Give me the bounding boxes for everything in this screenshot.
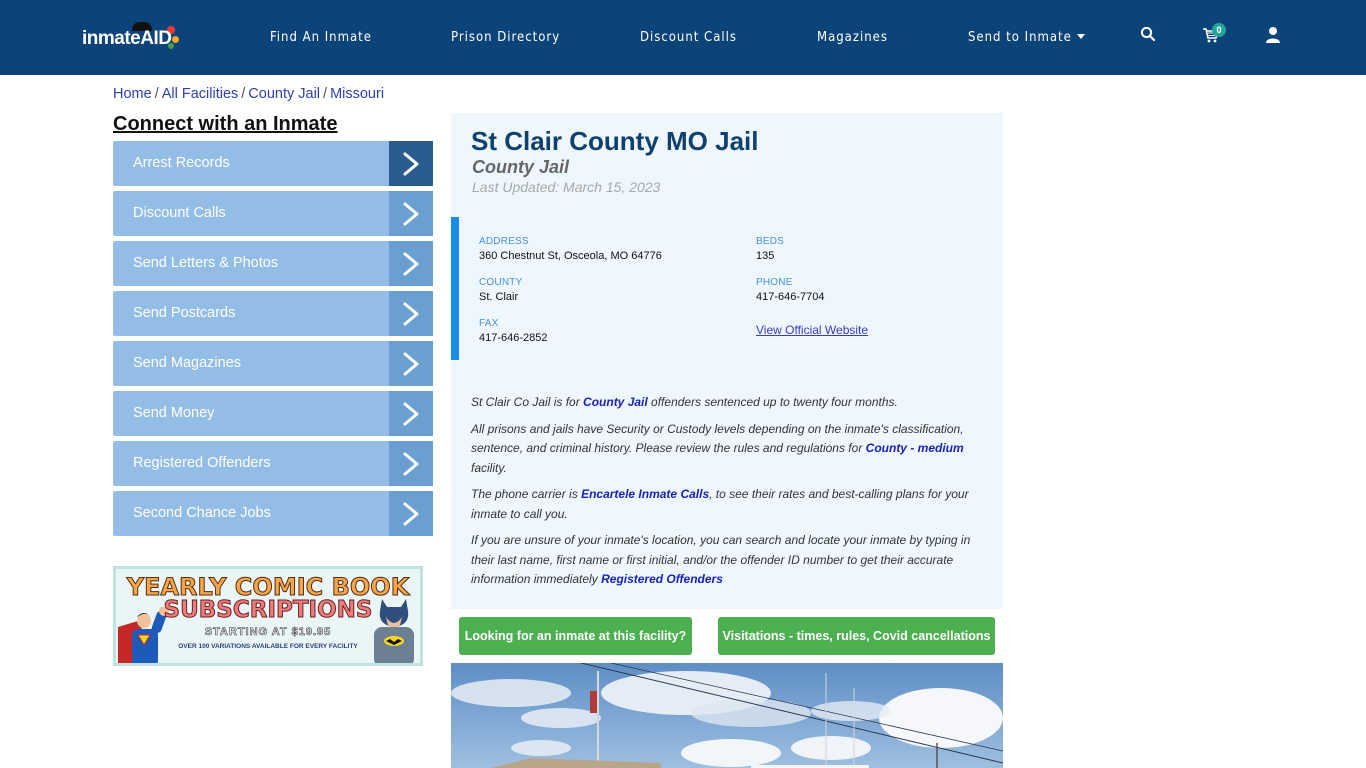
breadcrumb-missouri[interactable]: Missouri: [330, 86, 384, 102]
sidebar-item-label: Arrest Records: [133, 155, 230, 171]
sidebar-item-label: Send Postcards: [133, 305, 236, 321]
chevron-right-icon[interactable]: [389, 241, 433, 286]
description-text: facility.: [471, 460, 507, 475]
logo-text: inmateAID: [82, 28, 172, 50]
facility-info-panel: St Clair County MO Jail County Jail Last…: [451, 113, 1003, 609]
sidebar-item-label: Registered Offenders: [133, 455, 271, 471]
nav-label: Send to Inmate: [968, 30, 1072, 45]
visitations-button[interactable]: Visitations - times, rules, Covid cancel…: [718, 617, 995, 655]
batman-illustration: [374, 599, 414, 663]
nav-label: Find An Inmate: [270, 30, 372, 45]
description-paragraph: If you are unsure of your inmate's locat…: [471, 531, 976, 590]
comic-subscription-ad[interactable]: YEARLY COMIC BOOK SUBSCRIPTIONS STARTING…: [113, 566, 423, 666]
phone-label: PHONE: [756, 277, 793, 288]
county-medium-link[interactable]: County - medium: [866, 441, 964, 455]
last-updated: Last Updated: March 15, 2023: [472, 179, 661, 195]
search-icon: [1140, 26, 1156, 42]
address-label: ADDRESS: [479, 236, 529, 247]
phone-value: 417-646-7704: [756, 291, 825, 303]
top-navigation-bar: inmateAID Find An Inmate Prison Director…: [0, 0, 1366, 75]
facility-details-box: ADDRESS 360 Chestnut St, Osceola, MO 647…: [451, 217, 1003, 360]
breadcrumb-separator: /: [323, 86, 328, 102]
sidebar-item-send-postcards[interactable]: Send Postcards: [113, 291, 433, 336]
sidebar-menu: Arrest Records Discount Calls Send Letters…: [113, 141, 433, 541]
cart-count-badge: 0: [1212, 23, 1226, 37]
facility-photo-illustration: [451, 663, 1003, 768]
breadcrumb-county-jail[interactable]: County Jail: [248, 86, 320, 102]
sidebar-item-registered-offenders[interactable]: Registered Offenders: [113, 441, 433, 486]
beds-value: 135: [756, 250, 775, 262]
nav-discount-calls[interactable]: Discount Calls: [640, 30, 737, 45]
address-value: 360 Chestnut St, Osceola, MO 64776: [479, 250, 662, 262]
chevron-right-icon[interactable]: [389, 291, 433, 336]
chevron-right-icon[interactable]: [389, 441, 433, 486]
sidebar-item-label: Discount Calls: [133, 205, 226, 221]
find-inmate-at-facility-button[interactable]: Looking for an inmate at this facility?: [459, 617, 692, 655]
facility-description: St Clair Co Jail is for County Jail offe…: [471, 393, 976, 597]
sidebar-item-arrest-records[interactable]: Arrest Records: [113, 141, 433, 186]
nav-magazines[interactable]: Magazines: [817, 30, 888, 45]
description-paragraph: All prisons and jails have Security or C…: [471, 420, 976, 479]
connect-with-inmate-heading: Connect with an Inmate: [113, 113, 338, 135]
breadcrumb-all-facilities[interactable]: All Facilities: [162, 86, 239, 102]
nav-find-an-inmate[interactable]: Find An Inmate: [270, 30, 372, 45]
caret-down-icon: [1076, 34, 1085, 39]
sidebar-item-label: Send Money: [133, 405, 215, 421]
logo-text-left: inmate: [82, 28, 141, 49]
registered-offenders-link[interactable]: Registered Offenders: [601, 572, 723, 586]
chevron-right-icon[interactable]: [389, 341, 433, 386]
breadcrumb-separator: /: [241, 86, 246, 102]
address-field: ADDRESS 360 Chestnut St, Osceola, MO 647…: [479, 236, 662, 262]
phone-field: PHONE 417-646-7704: [756, 277, 825, 303]
sidebar-item-discount-calls[interactable]: Discount Calls: [113, 191, 433, 236]
nav-prison-directory[interactable]: Prison Directory: [451, 30, 560, 45]
chevron-right-icon[interactable]: [389, 191, 433, 236]
account-button[interactable]: [1265, 26, 1285, 46]
facility-type: County Jail: [472, 157, 570, 177]
sidebar-item-send-money[interactable]: Send Money: [113, 391, 433, 436]
sidebar-item-label: Send Magazines: [133, 355, 242, 371]
breadcrumb-separator: /: [154, 86, 159, 102]
logo-decoration: [172, 36, 179, 43]
description-text: offenders sentenced up to twenty four mo…: [647, 395, 898, 409]
nav-label: Discount Calls: [640, 30, 737, 45]
fax-value: 417-646-2852: [479, 332, 548, 344]
chevron-right-icon[interactable]: [389, 491, 433, 536]
breadcrumb-home[interactable]: Home: [113, 86, 152, 102]
nav-label: Magazines: [817, 30, 888, 45]
sidebar-item-send-magazines[interactable]: Send Magazines: [113, 341, 433, 386]
encartele-inmate-calls-link[interactable]: Encartele Inmate Calls: [581, 487, 709, 501]
description-text: St Clair Co Jail is for: [471, 395, 584, 409]
description-text: The phone carrier is: [471, 487, 582, 501]
sidebar-item-label: Send Letters & Photos: [133, 255, 279, 271]
nav-send-to-inmate[interactable]: Send to Inmate: [968, 30, 1085, 45]
chevron-right-icon[interactable]: [389, 141, 433, 186]
facility-photo: [451, 663, 1003, 768]
facility-name: St Clair County MO Jail: [471, 126, 759, 156]
inmateaid-logo[interactable]: inmateAID: [82, 22, 182, 54]
fax-field: FAX 417-646-2852: [479, 318, 548, 344]
website-field: View Official Website: [756, 321, 868, 339]
sidebar-item-label: Second Chance Jobs: [133, 505, 271, 521]
beds-field: BEDS 135: [756, 236, 784, 262]
search-button[interactable]: [1140, 26, 1160, 46]
county-value: St. Clair: [479, 291, 519, 303]
sidebar-item-send-letters-photos[interactable]: Send Letters & Photos: [113, 241, 433, 286]
beds-label: BEDS: [756, 236, 785, 247]
sidebar-item-second-chance-jobs[interactable]: Second Chance Jobs: [113, 491, 433, 536]
logo-text-right: AID: [140, 28, 172, 49]
county-field: COUNTY St. Clair: [479, 277, 522, 303]
view-official-website-link[interactable]: View Official Website: [756, 323, 868, 337]
county-jail-link[interactable]: County Jail: [583, 395, 648, 409]
description-paragraph: The phone carrier is Encartele Inmate Ca…: [471, 485, 976, 524]
description-paragraph: St Clair Co Jail is for County Jail offe…: [471, 393, 976, 413]
nav-label: Prison Directory: [451, 30, 561, 45]
breadcrumb: Home / All Facilities / County Jail / Missouri: [113, 86, 384, 102]
user-icon: [1266, 27, 1280, 43]
fax-label: FAX: [479, 318, 499, 329]
county-label: COUNTY: [479, 277, 523, 288]
chevron-right-icon[interactable]: [389, 391, 433, 436]
